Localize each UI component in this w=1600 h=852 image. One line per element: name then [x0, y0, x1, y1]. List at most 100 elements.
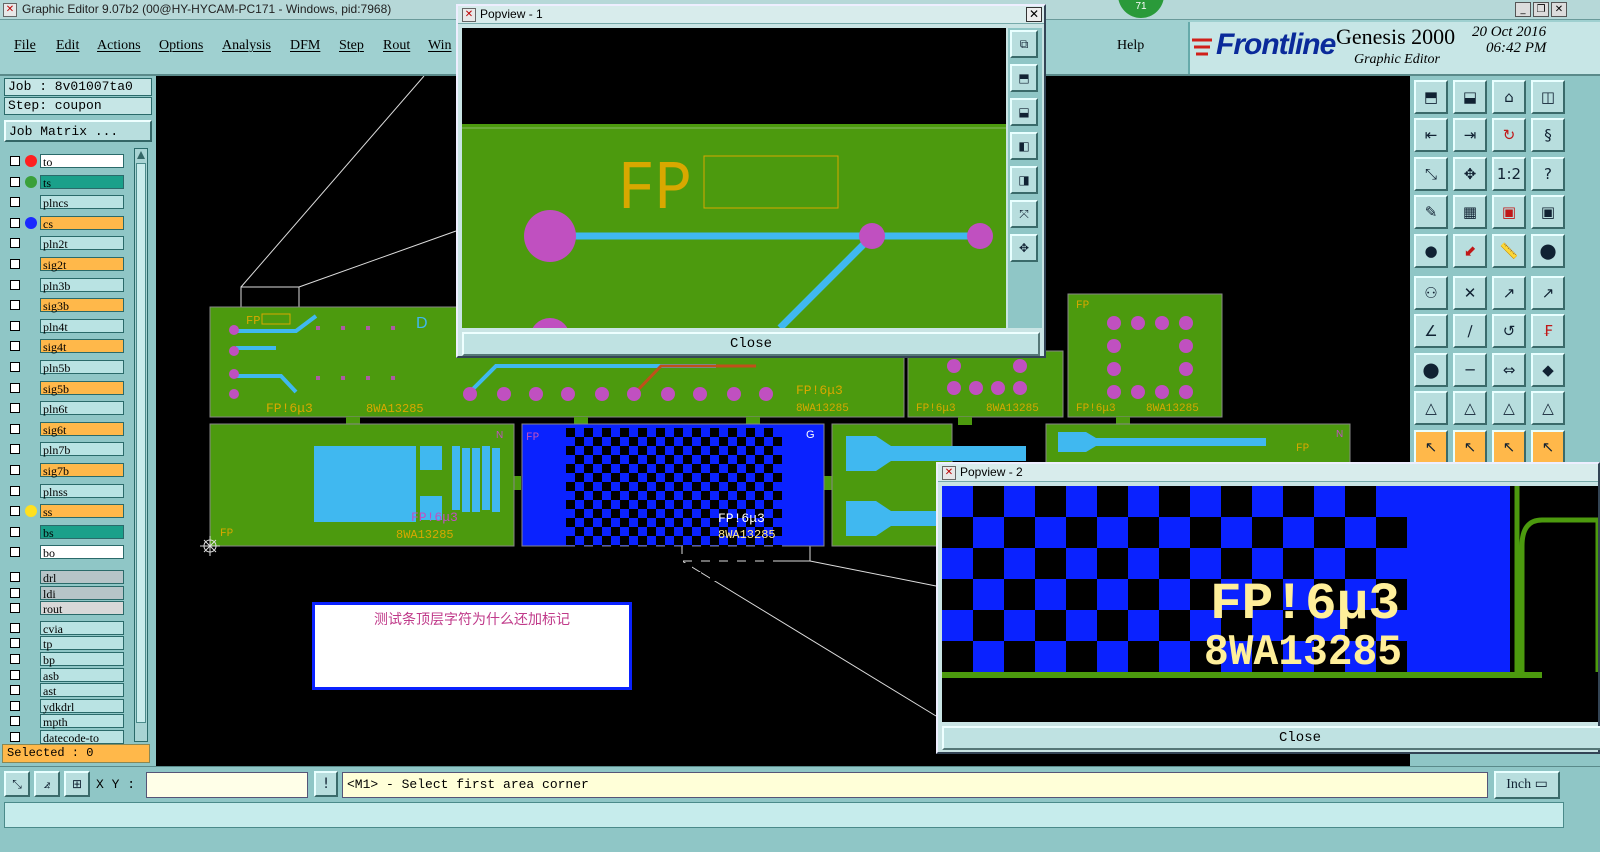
pan-left-icon[interactable]: ⇤ — [1414, 118, 1448, 153]
layer-name[interactable]: drl — [40, 570, 124, 585]
triangle-a-icon[interactable]: △ — [1453, 391, 1487, 426]
layer-row-plnss[interactable]: plnss — [6, 483, 124, 499]
dot-icon[interactable]: ⬤ — [1531, 233, 1565, 268]
layer-checkbox[interactable] — [10, 603, 20, 614]
layer-name[interactable]: plnss — [40, 483, 124, 499]
layer-checkbox[interactable] — [10, 320, 20, 331]
mirror-icon[interactable]: ₣ — [1531, 314, 1565, 349]
layer-checkbox[interactable] — [10, 423, 20, 434]
layer-checkbox[interactable] — [10, 238, 20, 249]
layer-name[interactable]: sig2t — [40, 257, 124, 272]
layer-checkbox[interactable] — [10, 572, 20, 582]
arc-icon[interactable]: ↺ — [1492, 314, 1526, 349]
layer-name[interactable]: cs — [40, 215, 124, 231]
popview-2-close-button[interactable]: Close — [942, 726, 1600, 750]
layer-row-mpth[interactable]: mpth — [6, 714, 124, 729]
layer-row-cvia[interactable]: cvia — [6, 620, 124, 636]
layer-checkbox[interactable] — [10, 654, 20, 664]
layer-scrollbar[interactable] — [134, 148, 148, 742]
layer-row-pln2t[interactable]: pln2t — [6, 236, 124, 251]
pointer-icon[interactable]: ↖ — [1414, 429, 1448, 464]
move-point-icon[interactable]: ↗ — [1492, 276, 1526, 310]
layer-row-bs[interactable]: bs — [6, 524, 124, 540]
popview-center-icon[interactable]: ✥ — [1010, 234, 1038, 262]
layer-row-pln7b[interactable]: pln7b — [6, 442, 124, 457]
angle-icon[interactable]: ∠ — [1414, 314, 1448, 349]
triangle-c-icon[interactable]: △ — [1531, 391, 1565, 426]
layer-checkbox[interactable] — [10, 362, 20, 372]
layer-row-tp[interactable]: tp — [6, 636, 124, 651]
layer-checkbox[interactable] — [10, 587, 20, 598]
menu-file[interactable]: File — [14, 38, 36, 54]
layer-row-sig4t[interactable]: sig4t — [6, 339, 124, 354]
pan-down-icon[interactable]: ⬓ — [1453, 80, 1487, 114]
layer-name[interactable]: mpth — [40, 714, 124, 729]
cross-icon[interactable]: ✕ — [1453, 276, 1487, 310]
move-vertex-icon[interactable]: ↗ — [1531, 276, 1565, 310]
layer-name[interactable]: sig6t — [40, 421, 124, 437]
layer-row-bp[interactable]: bp — [6, 652, 124, 667]
connect-icon[interactable]: ⚇ — [1414, 276, 1448, 310]
layer-name[interactable]: ldi — [40, 585, 124, 601]
menu-step[interactable]: Step — [339, 38, 364, 54]
layer-name[interactable]: sig3b — [40, 298, 124, 313]
layer-row-ts[interactable]: ts — [6, 174, 124, 190]
layer-row-ast[interactable]: ast — [6, 683, 124, 698]
layer-checkbox[interactable] — [10, 638, 20, 649]
popview-1-close-button[interactable]: Close — [462, 332, 1040, 356]
layer-checkbox[interactable] — [10, 685, 20, 696]
layer-name[interactable]: datecode-to — [40, 730, 124, 745]
layer-red-icon[interactable]: ▣ — [1492, 195, 1526, 230]
warning-icon[interactable]: ! — [314, 771, 338, 797]
menu-analysis[interactable]: Analysis — [222, 38, 271, 54]
pad-add-icon[interactable]: ⬤ — [1414, 352, 1448, 387]
snap-icon[interactable]: § — [1531, 118, 1565, 153]
layer-checkbox[interactable] — [10, 444, 20, 455]
triangle-icon[interactable]: △ — [1414, 391, 1448, 426]
layer-compare-icon[interactable]: ▣ — [1531, 195, 1565, 230]
layer-checkbox[interactable] — [10, 156, 20, 166]
layer-name[interactable]: ydkdrl — [40, 698, 124, 714]
layer-checkbox[interactable] — [10, 217, 20, 228]
triangle-b-icon[interactable]: △ — [1492, 391, 1526, 426]
menu-actions[interactable]: Actions — [97, 38, 141, 54]
layer-row-pln6t[interactable]: pln6t — [6, 401, 124, 416]
popview-down-icon[interactable]: ⬓ — [1010, 98, 1038, 126]
layer-checkbox[interactable] — [10, 197, 20, 208]
layer-checkbox[interactable] — [10, 506, 20, 517]
pointer-c-icon[interactable]: ↖ — [1492, 429, 1526, 464]
popview-left-icon[interactable]: ◧ — [1010, 132, 1038, 160]
popview-2-canvas[interactable]: FP!6μ3 8WA13285 — [942, 486, 1598, 722]
layer-checkbox[interactable] — [10, 259, 20, 269]
menu-rout[interactable]: Rout — [383, 38, 410, 54]
grid-icon[interactable]: ▦ — [1453, 195, 1487, 230]
layer-row-sig7b[interactable]: sig7b — [6, 463, 124, 478]
layer-row-pln4t[interactable]: pln4t — [6, 318, 124, 334]
layer-name[interactable]: tp — [40, 636, 124, 651]
menu-dfm[interactable]: DFM — [290, 38, 320, 54]
fit-icon[interactable]: ⤡ — [1414, 156, 1448, 191]
layer-checkbox[interactable] — [10, 526, 20, 537]
layer-row-sig3b[interactable]: sig3b — [6, 298, 124, 313]
split-view-icon[interactable]: ◫ — [1531, 80, 1565, 114]
layer-checkbox[interactable] — [10, 622, 20, 633]
layer-checkbox[interactable] — [10, 547, 20, 558]
menu-help[interactable]: Help — [1117, 38, 1144, 54]
slope-icon[interactable]: ∕ — [1453, 314, 1487, 349]
layer-row-datecode-to[interactable]: datecode-to — [6, 730, 124, 745]
scroll-thumb[interactable] — [136, 163, 146, 723]
layer-row-pln3b[interactable]: pln3b — [6, 277, 124, 293]
layer-name[interactable]: to — [40, 154, 124, 169]
layer-row-ss[interactable]: ss — [6, 504, 124, 519]
layer-checkbox[interactable] — [10, 382, 20, 393]
layer-row-ydkdrl[interactable]: ydkdrl — [6, 698, 124, 714]
layer-checkbox[interactable] — [10, 300, 20, 311]
layer-checkbox[interactable] — [10, 341, 20, 352]
units-select[interactable]: Inch ▭ — [1494, 771, 1560, 799]
pointer-b-icon[interactable]: ↖ — [1453, 429, 1487, 464]
layer-name[interactable]: asb — [40, 667, 124, 683]
layer-name[interactable]: plncs — [40, 195, 124, 210]
layer-name[interactable]: bo — [40, 545, 124, 560]
layer-row-sig5b[interactable]: sig5b — [6, 380, 124, 396]
layer-row-sig2t[interactable]: sig2t — [6, 257, 124, 272]
